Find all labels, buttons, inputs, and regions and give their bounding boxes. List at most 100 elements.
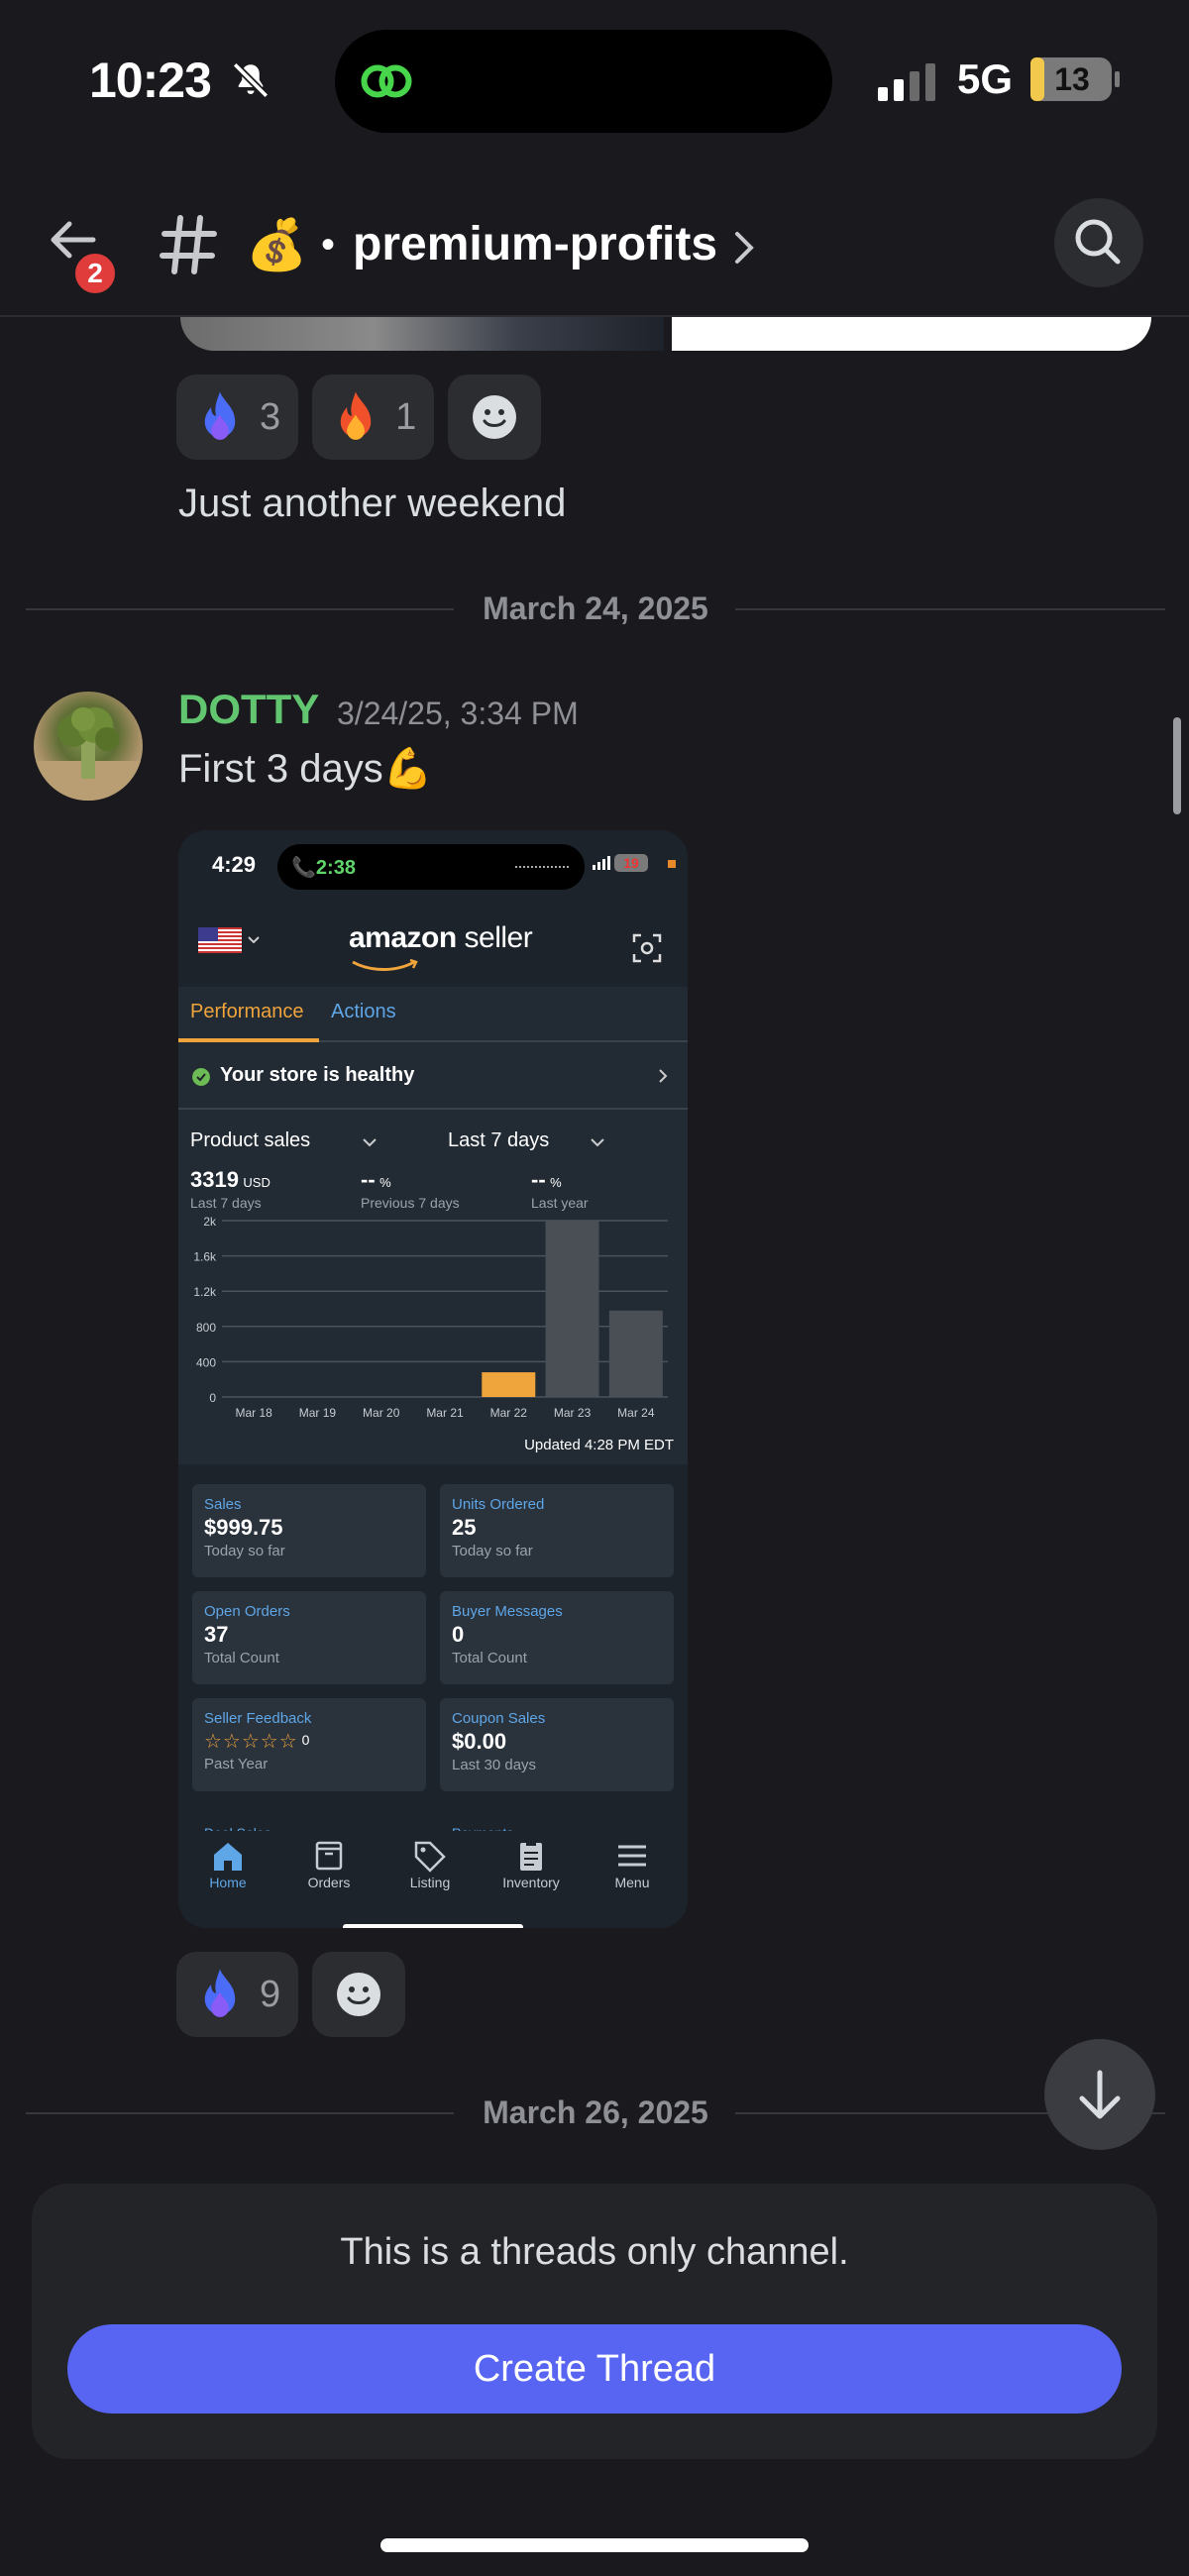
y-tick-label: 1.6k bbox=[193, 1250, 217, 1264]
tab-actions: Actions bbox=[331, 1001, 396, 1022]
reaction-fire[interactable]: 1 bbox=[312, 375, 435, 460]
y-tick-label: 800 bbox=[196, 1321, 216, 1335]
nav-listing: Listing bbox=[390, 1839, 470, 1890]
reaction-count: 1 bbox=[395, 395, 417, 438]
bar-mar-24 bbox=[608, 1310, 663, 1397]
message-timestamp: 3/24/25, 3:34 PM bbox=[337, 696, 579, 731]
x-tick-label: Mar 22 bbox=[490, 1406, 528, 1420]
call-timer: 📞2:38 bbox=[291, 857, 356, 879]
signal-icon bbox=[878, 63, 935, 101]
sales-bar-chart: 0 400 800 1.2k 1.6k 2k Mar 18 Mar 19 Mar 20 Mar 2… bbox=[193, 1215, 668, 1420]
message-text: First 3 days💪 bbox=[178, 747, 433, 791]
scan-icon bbox=[632, 933, 662, 963]
author-name[interactable]: DOTTY bbox=[178, 686, 319, 733]
active-tab-underline bbox=[178, 1038, 319, 1042]
blue-fire-icon bbox=[204, 1969, 236, 2017]
channel-name[interactable]: premium-profits bbox=[353, 210, 717, 279]
screenshot-battery: 19 bbox=[614, 854, 648, 872]
blue-fire-icon bbox=[204, 391, 236, 440]
dynamic-island bbox=[335, 30, 832, 133]
amazon-smile-icon bbox=[352, 959, 418, 971]
date-divider: March 24, 2025 bbox=[26, 589, 1165, 628]
kpi-total: 3319 USD Last 7 days bbox=[190, 1167, 270, 1211]
threads-only-notice: This is a threads only channel. bbox=[340, 2231, 849, 2273]
add-emoji-icon bbox=[337, 1973, 381, 2016]
screenshot-home-indicator bbox=[343, 1924, 523, 1928]
reaction-blue-fire[interactable]: 9 bbox=[176, 1952, 299, 2037]
previous-image-attachment[interactable] bbox=[180, 317, 1151, 351]
clipboard-icon bbox=[520, 1841, 542, 1871]
chevron-down-icon bbox=[248, 936, 260, 944]
date-label: March 26, 2025 bbox=[483, 2094, 708, 2130]
hashtag-icon bbox=[160, 215, 217, 274]
updated-time: Updated 4:28 PM EDT bbox=[524, 1437, 674, 1453]
search-button[interactable] bbox=[1054, 198, 1143, 287]
jump-to-present-button[interactable] bbox=[1044, 2039, 1155, 2150]
seller-app-header: amazon seller bbox=[178, 902, 688, 987]
battery-level: 13 bbox=[1054, 61, 1090, 97]
screenshot-time: 4:29 bbox=[212, 852, 257, 877]
previous-image-panel bbox=[672, 317, 1151, 351]
nav-home: Home bbox=[188, 1839, 268, 1890]
y-tick-label: 2k bbox=[203, 1215, 217, 1229]
chevron-down-icon bbox=[591, 1138, 604, 1147]
screenshot-bottom-nav: Home Orders Listing Inventory Menu bbox=[178, 1831, 688, 1928]
nav-menu: Menu bbox=[593, 1839, 672, 1890]
reaction-count: 9 bbox=[260, 1973, 281, 2015]
y-tick-label: 0 bbox=[209, 1391, 216, 1405]
reaction-blue-fire[interactable]: 3 bbox=[176, 375, 299, 460]
image-attachment[interactable]: 4:29 📞2:38 19 amazon seller Performance … bbox=[178, 830, 688, 1928]
check-circle-icon bbox=[192, 1068, 210, 1086]
us-flag-icon bbox=[198, 927, 242, 953]
nav-inventory: Inventory bbox=[491, 1839, 571, 1890]
home-indicator[interactable] bbox=[380, 2538, 809, 2552]
search-icon bbox=[1075, 219, 1121, 265]
star-rating-icon: ☆☆☆☆☆ 0 bbox=[204, 1731, 310, 1753]
date-divider: March 26, 2025 bbox=[26, 2093, 1165, 2132]
add-reaction-button[interactable] bbox=[448, 375, 542, 460]
y-tick-label: 1.2k bbox=[193, 1285, 217, 1299]
scrollbar-thumb[interactable] bbox=[1173, 717, 1181, 814]
kpi-previous: -- % Previous 7 days bbox=[361, 1167, 460, 1211]
message-reactions: 9 bbox=[176, 1952, 406, 2037]
tag-icon bbox=[414, 1841, 446, 1873]
tab-performance: Performance bbox=[190, 1001, 304, 1022]
card-seller-feedback: Seller Feedback ☆☆☆☆☆ 0 Past Year bbox=[192, 1698, 426, 1791]
screenshot-tabs: Performance Actions bbox=[178, 987, 688, 1042]
metric-filter: Product sales bbox=[190, 1129, 311, 1151]
bar-mar-22 bbox=[482, 1372, 536, 1397]
fire-icon bbox=[340, 391, 372, 440]
x-tick-label: Mar 24 bbox=[617, 1406, 655, 1420]
avatar[interactable] bbox=[34, 692, 143, 801]
kpi-last-year: -- % Last year bbox=[531, 1167, 589, 1211]
signal-icon bbox=[593, 856, 610, 870]
status-time: 10:23 bbox=[89, 53, 212, 108]
call-waveform bbox=[515, 866, 569, 868]
chevron-right-icon[interactable] bbox=[731, 230, 757, 266]
previous-photo bbox=[180, 317, 664, 351]
threads-only-panel: This is a threads only channel. Create T… bbox=[32, 2184, 1157, 2459]
status-bar: 10:23 5G 13 bbox=[0, 0, 1189, 159]
x-tick-label: Mar 20 bbox=[363, 1406, 400, 1420]
battery-icon: 13 bbox=[1030, 57, 1120, 101]
chart-filters: Product sales Last 7 days bbox=[178, 1118, 688, 1167]
bell-muted-icon bbox=[232, 61, 270, 99]
card-coupon-sales: Coupon Sales $0.00 Last 30 days bbox=[440, 1698, 674, 1791]
card-units-ordered: Units Ordered 25 Today so far bbox=[440, 1484, 674, 1577]
chevron-right-icon bbox=[659, 1069, 668, 1083]
chevron-down-icon bbox=[363, 1138, 377, 1147]
channel-header: 2 💰 • premium-profits bbox=[0, 159, 1189, 317]
reaction-count: 3 bbox=[260, 395, 281, 438]
add-reaction-button[interactable] bbox=[312, 1952, 406, 2037]
x-tick-label: Mar 21 bbox=[426, 1406, 464, 1420]
bar-mar-23 bbox=[545, 1221, 599, 1397]
date-label: March 24, 2025 bbox=[483, 590, 708, 626]
amazon-seller-logo: amazon seller bbox=[349, 921, 533, 954]
app-logo-icon bbox=[361, 64, 412, 98]
create-thread-button[interactable]: Create Thread bbox=[67, 2324, 1122, 2414]
unread-badge: 2 bbox=[71, 250, 119, 297]
x-tick-label: Mar 23 bbox=[554, 1406, 592, 1420]
previous-reactions: 3 1 bbox=[176, 375, 542, 460]
store-health-text: Your store is healthy bbox=[220, 1064, 415, 1086]
orders-icon bbox=[315, 1841, 343, 1871]
